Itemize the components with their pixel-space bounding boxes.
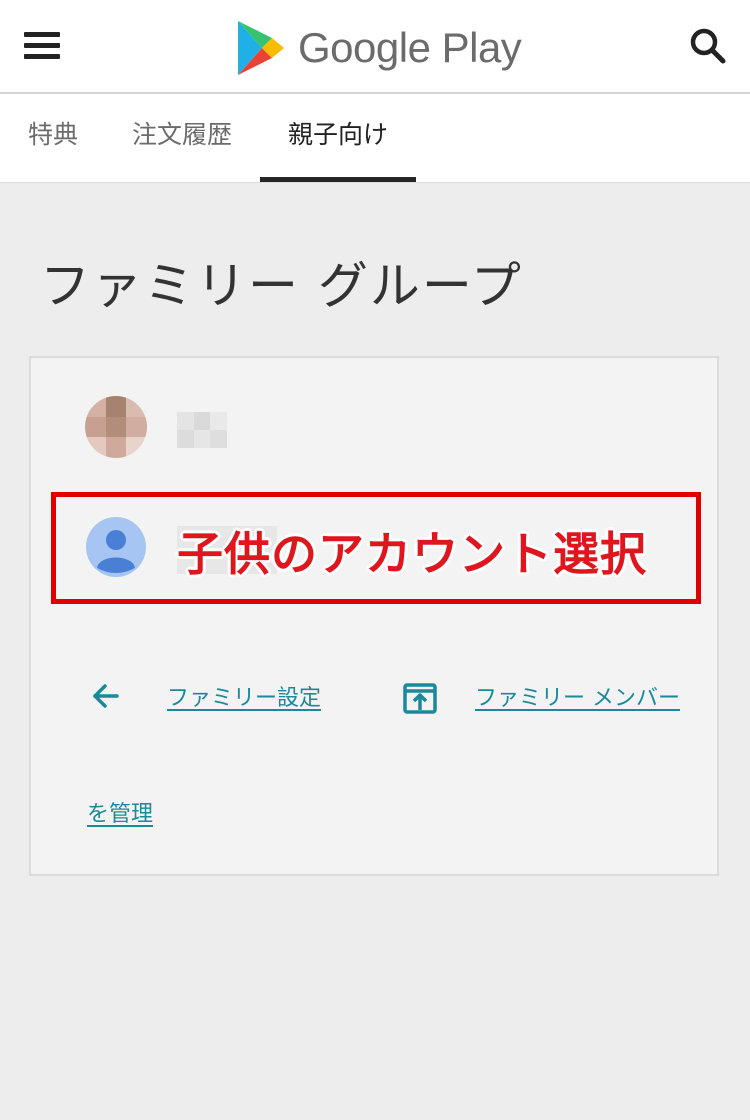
google-play-logo[interactable]: Google Play — [234, 18, 522, 78]
manage-family-members-link[interactable]: ファミリー メンバー — [475, 680, 680, 712]
menu-icon[interactable] — [24, 32, 60, 60]
tab-family[interactable]: 親子向け — [260, 94, 416, 182]
back-arrow-icon[interactable] — [91, 681, 121, 711]
tab-rewards[interactable]: 特典 — [26, 94, 80, 182]
tab-bar: 特典 注文履歴 親子向け — [0, 94, 750, 183]
page-title: ファミリー グループ — [40, 257, 523, 315]
top-app-bar: Google Play — [0, 0, 750, 94]
member-avatar-pixelated[interactable] — [85, 396, 147, 458]
logo-text: Google Play — [298, 24, 522, 71]
child-account-avatar-icon[interactable] — [85, 516, 147, 578]
manage-family-members-link-cont[interactable]: を管理 — [87, 796, 153, 828]
annotation-text: 子供のアカウント選択 — [177, 527, 647, 581]
family-settings-link[interactable]: ファミリー設定 — [167, 680, 321, 712]
search-icon[interactable] — [688, 26, 728, 66]
family-group-card: 子供のアカウント選択 ファミリー設定 ファミリー メンバー を管理 — [29, 356, 719, 876]
open-in-new-icon[interactable] — [403, 681, 437, 715]
play-triangle-icon — [238, 21, 284, 75]
tab-order-history[interactable]: 注文履歴 — [130, 94, 234, 182]
member-name-pixelated — [177, 412, 227, 448]
